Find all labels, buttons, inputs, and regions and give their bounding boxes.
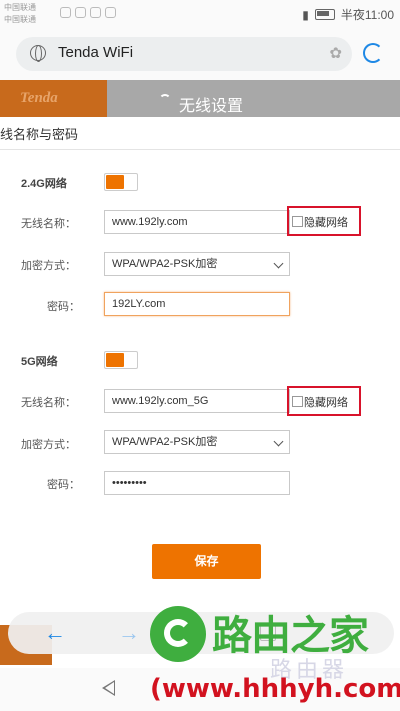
save-button[interactable]: 保存	[152, 544, 261, 579]
hide-network-checkbox-24g[interactable]	[292, 216, 303, 227]
brand-bar: Tenda	[0, 80, 107, 117]
reload-icon[interactable]	[363, 43, 383, 63]
dialog-title: 线名称与密码	[0, 127, 79, 142]
watermark-logo	[150, 606, 206, 662]
brand-logo: Tenda	[20, 90, 58, 106]
signal-icon: ▮	[302, 7, 309, 22]
password-label-5g: 密码：	[47, 479, 80, 491]
status-bar: 中国联通 中国联通 ▮ 半夜11:00	[0, 0, 400, 28]
address-text: Tenda WiFi	[58, 44, 134, 61]
system-back-icon[interactable]	[102, 680, 115, 696]
ssid-input-24g[interactable]: www.192ly.com	[104, 210, 290, 234]
security-select-24g[interactable]: WPA/WPA2-PSK加密	[104, 252, 290, 276]
notification-icon	[90, 7, 101, 18]
wifi-settings-dialog: 线名称与密码 2.4G网络 无线名称： www.192ly.com 隐藏网络 加…	[0, 117, 400, 610]
hide-network-label-5g: 隐藏网络	[304, 397, 348, 409]
ssid-input-5g[interactable]: www.192ly.com_5G	[104, 389, 290, 413]
battery-icon	[314, 9, 335, 20]
browser-toolbar: Tenda WiFi ✿	[0, 28, 400, 80]
password-input-5g[interactable]: •••••••••	[104, 471, 290, 495]
address-bar[interactable]: Tenda WiFi ✿	[16, 37, 352, 71]
ssid-label-24g: 无线名称：	[21, 218, 76, 230]
chevron-down-icon	[273, 258, 284, 269]
security-value-5g: WPA/WPA2-PSK加密	[112, 436, 218, 448]
toggle-knob	[106, 353, 124, 367]
page-title: 无线设置	[179, 98, 244, 115]
ssid-label-5g: 无线名称：	[21, 397, 76, 409]
section-24g-label: 2.4G网络	[21, 178, 67, 190]
toggle-5g[interactable]	[104, 351, 138, 369]
back-arrow-icon[interactable]: ←	[44, 622, 66, 644]
security-label-24g: 加密方式：	[21, 260, 76, 272]
notification-icon	[60, 7, 71, 18]
watermark-url: (www.hhhyh.com)	[150, 674, 400, 704]
notification-icon	[75, 7, 86, 18]
security-value-24g: WPA/WPA2-PSK加密	[112, 258, 218, 270]
toggle-knob	[106, 175, 124, 189]
notification-icons	[60, 7, 116, 18]
carrier-label-2: 中国联通	[4, 15, 36, 24]
hide-network-checkbox-5g[interactable]	[292, 396, 303, 407]
password-input-24g[interactable]: 192LY.com	[104, 292, 290, 316]
security-label-5g: 加密方式：	[21, 439, 76, 451]
globe-icon	[30, 45, 46, 62]
toggle-24g[interactable]	[104, 173, 138, 191]
status-right: ▮ 半夜11:00	[302, 6, 394, 23]
carrier-label: 中国联通	[4, 3, 36, 12]
security-select-5g[interactable]: WPA/WPA2-PSK加密	[104, 430, 290, 454]
chevron-down-icon	[273, 436, 284, 447]
paw-icon[interactable]: ✿	[329, 44, 342, 62]
notification-icon	[105, 7, 116, 18]
page-header: 无线设置	[107, 80, 400, 117]
section-5g-label: 5G网络	[21, 356, 58, 368]
forward-arrow-icon[interactable]: →	[118, 622, 140, 644]
watermark-logo-mark	[164, 619, 192, 647]
hide-network-5g[interactable]: 隐藏网络	[287, 386, 361, 416]
wifi-icon	[159, 94, 171, 106]
clock: 半夜11:00	[340, 8, 394, 22]
hide-network-24g[interactable]: 隐藏网络	[287, 206, 361, 236]
hide-network-label-24g: 隐藏网络	[304, 217, 348, 229]
password-label-24g: 密码：	[47, 301, 80, 313]
divider	[0, 149, 400, 150]
